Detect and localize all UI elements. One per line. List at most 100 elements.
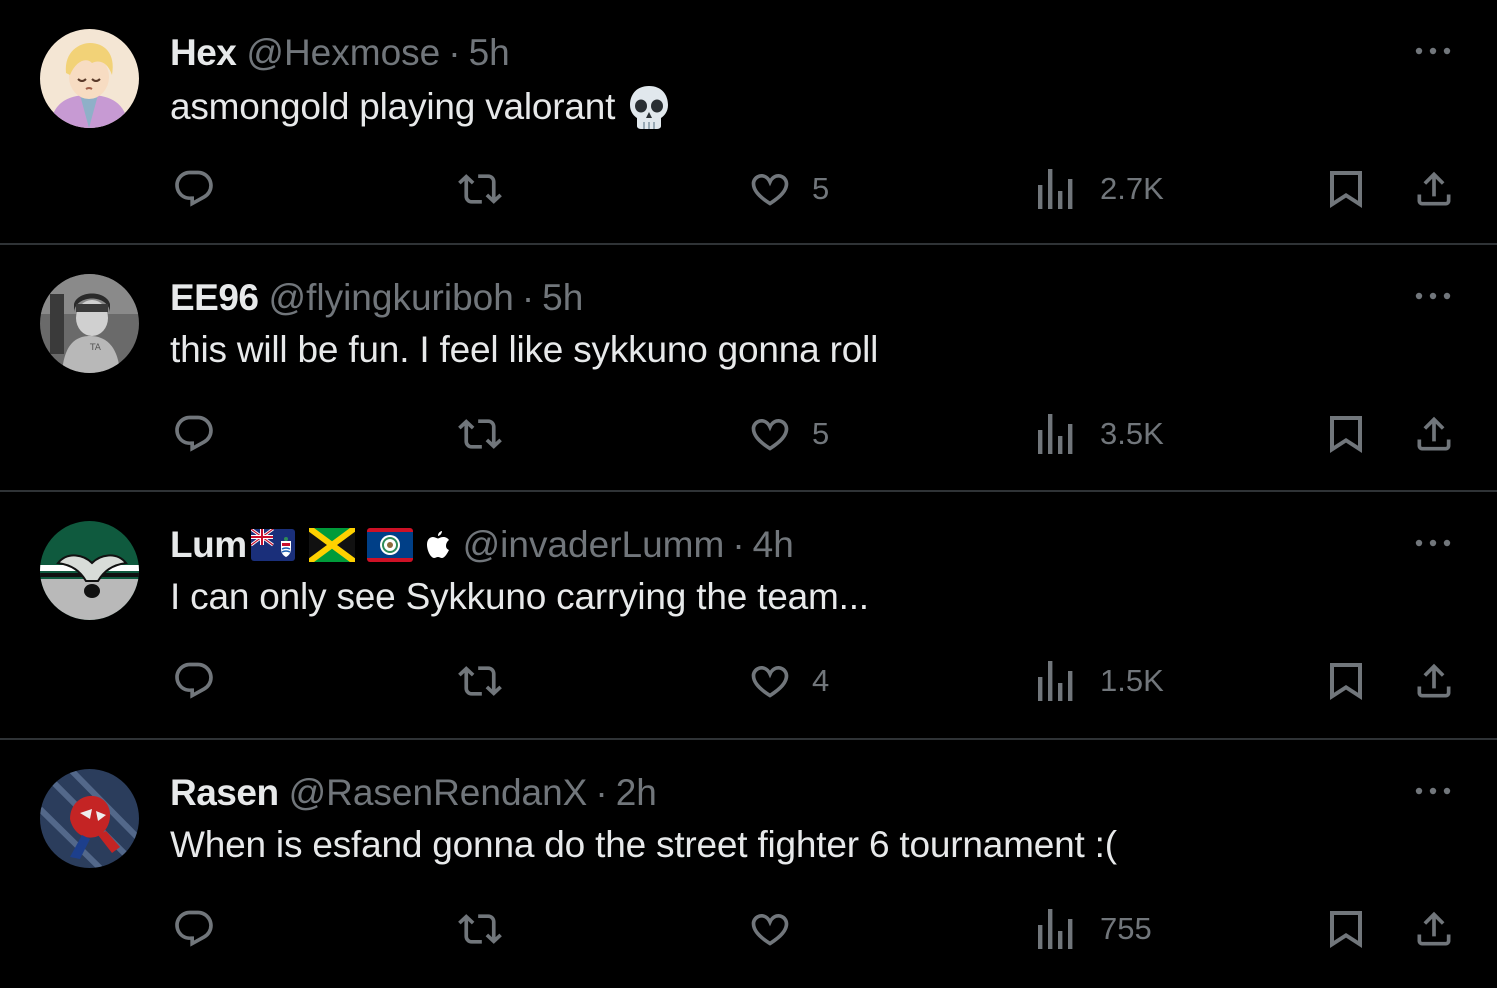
display-name[interactable]: EE96 [170, 277, 259, 319]
heart-icon [748, 167, 792, 211]
bookmark-icon [1326, 412, 1366, 456]
separator-dot: · [521, 277, 535, 318]
cayman-islands-flag-icon [250, 529, 295, 561]
bookmark-button[interactable] [1326, 656, 1366, 706]
reply-button[interactable] [172, 409, 216, 459]
tweet-header: EE96 @flyingkuriboh · 5h [170, 277, 583, 319]
views-button[interactable]: 755 [1038, 904, 1152, 954]
display-name[interactable]: Lum [170, 524, 247, 566]
like-count: 5 [812, 171, 830, 206]
view-count: 755 [1100, 911, 1152, 946]
like-count: 4 [812, 663, 830, 698]
share-button[interactable] [1412, 656, 1456, 706]
tweet-header: Rasen @RasenRendanX · 2h [170, 772, 657, 814]
views-icon [1038, 414, 1074, 454]
tweet[interactable]: Rasen @RasenRendanX · 2h When is esfand … [0, 740, 1497, 988]
reply-feed: Hex @Hexmose · 5h asmongold playing valo… [0, 0, 1497, 988]
user-handle[interactable]: @flyingkuriboh [269, 277, 514, 319]
views-button[interactable]: 3.5K [1038, 409, 1164, 459]
more-icon[interactable] [1413, 36, 1453, 66]
retweet-icon [456, 167, 504, 211]
retweet-button[interactable] [456, 164, 504, 214]
tweet-text: When is esfand gonna do the street fight… [170, 824, 1117, 866]
apple-icon [425, 530, 451, 560]
belize-flag-icon [366, 528, 413, 562]
views-icon [1038, 909, 1074, 949]
like-button[interactable]: 5 [748, 409, 829, 459]
timestamp[interactable]: 2h [616, 772, 657, 814]
share-icon [1412, 907, 1456, 951]
skull-emoji-icon [627, 84, 671, 130]
tweet-text: I can only see Sykkuno carrying the team… [170, 576, 869, 618]
view-count: 1.5K [1100, 663, 1164, 698]
heart-icon [748, 659, 792, 703]
retweet-button[interactable] [456, 656, 504, 706]
reply-icon [172, 659, 216, 703]
share-button[interactable] [1412, 164, 1456, 214]
view-count: 3.5K [1100, 416, 1164, 451]
like-button[interactable]: 5 [748, 164, 829, 214]
like-button[interactable] [748, 904, 812, 954]
tweet-text-content: this will be fun. I feel like sykkuno go… [170, 329, 879, 370]
bookmark-icon [1326, 907, 1366, 951]
tweet-actions: 4 1.5K [0, 656, 1497, 706]
reply-button[interactable] [172, 164, 216, 214]
separator-dot: · [448, 32, 461, 73]
like-button[interactable]: 4 [748, 656, 829, 706]
tweet[interactable]: Hex @Hexmose · 5h asmongold playing valo… [0, 0, 1497, 245]
svg-text:TA: TA [89, 343, 102, 353]
reply-icon [172, 167, 216, 211]
avatar[interactable] [40, 769, 139, 868]
tweet-actions: 755 [0, 904, 1497, 954]
tweet-actions: 5 3.5K [0, 409, 1497, 459]
tweet-text-content: When is esfand gonna do the street fight… [170, 824, 1117, 865]
bookmark-button[interactable] [1326, 904, 1366, 954]
display-name[interactable]: Hex [170, 32, 237, 74]
share-button[interactable] [1412, 409, 1456, 459]
bookmark-icon [1326, 167, 1366, 211]
reply-button[interactable] [172, 904, 216, 954]
avatar[interactable] [40, 29, 139, 128]
reply-button[interactable] [172, 656, 216, 706]
tweet-header: Hex @Hexmose · 5h [170, 32, 510, 74]
tweet-text: asmongold playing valorant [170, 84, 671, 130]
more-icon[interactable] [1413, 528, 1453, 558]
timestamp[interactable]: 5h [469, 32, 510, 74]
views-button[interactable]: 2.7K [1038, 164, 1164, 214]
display-name[interactable]: Rasen [170, 772, 279, 814]
timestamp[interactable]: 4h [753, 524, 794, 566]
user-handle[interactable]: @invaderLumm [463, 524, 725, 566]
separator-dot: · [732, 524, 745, 565]
tweet-text: this will be fun. I feel like sykkuno go… [170, 329, 878, 371]
retweet-icon [456, 659, 504, 703]
bookmark-button[interactable] [1326, 409, 1366, 459]
timestamp[interactable]: 5h [542, 277, 583, 319]
retweet-icon [456, 412, 504, 456]
separator-dot: · [595, 772, 608, 813]
bookmark-button[interactable] [1326, 164, 1366, 214]
user-handle[interactable]: @Hexmose [246, 32, 440, 74]
views-button[interactable]: 1.5K [1038, 656, 1164, 706]
more-icon[interactable] [1413, 776, 1453, 806]
more-icon[interactable] [1413, 281, 1453, 311]
retweet-button[interactable] [456, 409, 504, 459]
avatar[interactable] [40, 521, 139, 620]
tweet[interactable]: TA EE96 @flyingkuriboh · 5h this will be… [0, 245, 1497, 492]
views-icon [1038, 661, 1074, 701]
jamaica-flag-icon [308, 528, 355, 562]
share-icon [1412, 412, 1456, 456]
retweet-icon [456, 907, 504, 951]
reply-icon [172, 907, 216, 951]
tweet-text-content: asmongold playing valorant [170, 86, 616, 127]
share-icon [1412, 659, 1456, 703]
tweet[interactable]: Lum @invaderLumm · 4h I can only see Syk… [0, 492, 1497, 740]
retweet-button[interactable] [456, 904, 504, 954]
like-count: 5 [812, 416, 830, 451]
avatar[interactable]: TA [40, 274, 139, 373]
view-count: 2.7K [1100, 171, 1164, 206]
share-button[interactable] [1412, 904, 1456, 954]
views-icon [1038, 169, 1074, 209]
bookmark-icon [1326, 659, 1366, 703]
tweet-text-content: I can only see Sykkuno carrying the team… [170, 576, 869, 617]
user-handle[interactable]: @RasenRendanX [289, 772, 588, 814]
